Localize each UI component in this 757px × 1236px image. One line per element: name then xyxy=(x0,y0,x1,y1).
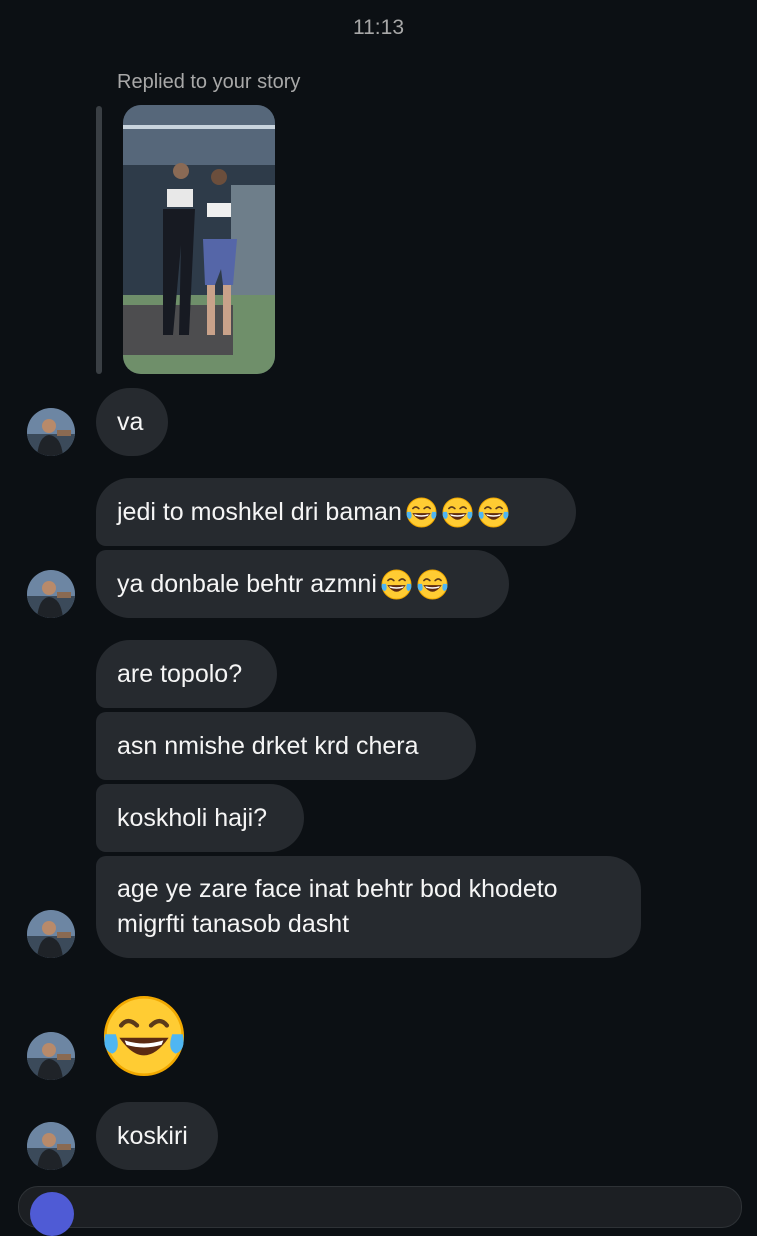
face-with-tears-of-joy-icon xyxy=(477,496,510,529)
message-bubble[interactable]: va xyxy=(96,388,168,456)
avatar[interactable] xyxy=(27,910,75,958)
face-with-tears-of-joy-icon[interactable] xyxy=(100,992,188,1080)
face-with-tears-of-joy-icon xyxy=(416,568,449,601)
camera-icon[interactable] xyxy=(30,1192,74,1236)
story-reply-label: Replied to your story xyxy=(117,71,301,93)
message-text: koskiri xyxy=(117,1121,188,1150)
message-text: asn nmishe drket krd chera xyxy=(117,731,419,760)
reply-indicator-bar xyxy=(96,106,102,374)
message-bubble[interactable]: koskholi haji? xyxy=(96,784,304,852)
message-bubble[interactable]: age ye zare face inat behtr bod khodeto … xyxy=(96,856,641,958)
message-text: are topolo? xyxy=(117,659,243,688)
message-text: koskholi haji? xyxy=(117,803,268,832)
message-bubble[interactable]: asn nmishe drket krd chera xyxy=(96,712,476,780)
avatar[interactable] xyxy=(27,1122,75,1170)
story-thumbnail[interactable] xyxy=(123,105,275,374)
face-with-tears-of-joy-icon xyxy=(441,496,474,529)
face-with-tears-of-joy-icon xyxy=(405,496,438,529)
message-bubble[interactable]: jedi to moshkel dri baman xyxy=(96,478,576,546)
message-timestamp: 11:13 xyxy=(353,16,404,39)
message-bubble[interactable]: koskiri xyxy=(96,1102,218,1170)
message-text: va xyxy=(117,407,144,436)
message-text: age ye zare face inat behtr bod khodeto … xyxy=(117,875,558,938)
message-text: jedi to moshkel dri baman xyxy=(117,497,402,526)
avatar[interactable] xyxy=(27,408,75,456)
avatar[interactable] xyxy=(27,570,75,618)
message-text: ya donbale behtr azmni xyxy=(117,569,377,598)
face-with-tears-of-joy-icon xyxy=(380,568,413,601)
message-bubble[interactable]: ya donbale behtr azmni xyxy=(96,550,509,618)
avatar[interactable] xyxy=(27,1032,75,1080)
message-bubble[interactable]: are topolo? xyxy=(96,640,277,708)
message-input-bar[interactable] xyxy=(18,1186,742,1228)
